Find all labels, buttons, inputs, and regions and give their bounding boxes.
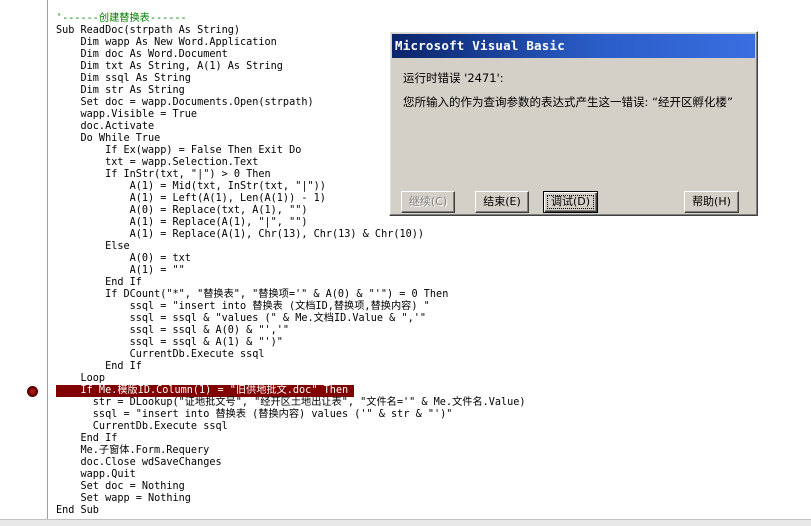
breakpoint-icon[interactable] bbox=[27, 386, 38, 397]
code-line[interactable]: Me.子窗体.Form.Requery bbox=[56, 445, 526, 457]
code-line[interactable]: '------创建替换表------ bbox=[56, 13, 526, 25]
code-line[interactable]: If DCount("*", "替换表", "替换项='" & A(0) & "… bbox=[56, 289, 526, 301]
error-title: 运行时错误 '2471': bbox=[403, 71, 504, 85]
code-line[interactable]: End If bbox=[56, 277, 526, 289]
code-line[interactable]: CurrentDb.Execute ssql bbox=[56, 421, 526, 433]
dialog-titlebar[interactable]: Microsoft Visual Basic bbox=[392, 34, 755, 58]
dialog-title: Microsoft Visual Basic bbox=[395, 38, 565, 53]
gutter-divider bbox=[47, 0, 48, 526]
code-line[interactable]: doc.Close wdSaveChanges bbox=[56, 457, 526, 469]
code-line[interactable]: ssql = "insert into 替换表 (文档ID,替换项,替换内容) … bbox=[56, 301, 526, 313]
code-line[interactable]: wapp.Quit bbox=[56, 469, 526, 481]
code-line[interactable]: A(0) = txt bbox=[56, 253, 526, 265]
code-line[interactable]: End If bbox=[56, 361, 526, 373]
end-button[interactable]: 结束(E) bbox=[475, 191, 529, 213]
code-line[interactable]: CurrentDb.Execute ssql bbox=[56, 349, 526, 361]
code-line[interactable]: Else bbox=[56, 241, 526, 253]
code-line[interactable]: End If bbox=[56, 433, 526, 445]
help-button[interactable]: 帮助(H) bbox=[684, 191, 739, 213]
code-line[interactable]: ssql = ssql & "values (" & Me.文档ID.Value… bbox=[56, 313, 526, 325]
code-line[interactable]: Set doc = Nothing bbox=[56, 481, 526, 493]
horizontal-scrollbar[interactable] bbox=[0, 519, 811, 526]
error-message: 您所输入的作为查询参数的表达式产生这一错误: “经开区孵化楼” bbox=[403, 95, 733, 109]
code-line[interactable]: A(1) = Replace(A(1), Chr(13), Chr(13) & … bbox=[56, 229, 526, 241]
continue-button-label: 继续(C) bbox=[408, 195, 448, 208]
code-line[interactable]: End Sub bbox=[56, 505, 526, 517]
code-line[interactable]: ssql = ssql & A(1) & "')" bbox=[56, 337, 526, 349]
debug-button[interactable]: 调试(D) bbox=[543, 191, 598, 213]
code-line[interactable]: Loop bbox=[56, 373, 526, 385]
margin-indicator-bar[interactable] bbox=[0, 0, 47, 526]
end-button-label: 结束(E) bbox=[483, 195, 521, 208]
code-line[interactable]: A(1) = "" bbox=[56, 265, 526, 277]
error-dialog: Microsoft Visual Basic 运行时错误 '2471': 您所输… bbox=[389, 31, 758, 216]
code-line[interactable]: A(1) = Replace(A(1), "|", "") bbox=[56, 217, 526, 229]
help-button-label: 帮助(H) bbox=[692, 195, 731, 208]
continue-button[interactable]: 继续(C) bbox=[401, 191, 455, 213]
code-line[interactable]: ssql = "insert into 替换表 (替换内容) values ('… bbox=[56, 409, 526, 421]
code-line[interactable]: str = DLookup("证地批文号", "经开区土地出让表", "文件名=… bbox=[56, 397, 526, 409]
code-line[interactable]: Set wapp = Nothing bbox=[56, 493, 526, 505]
code-line-highlighted[interactable]: If Me.模版ID.Column(1) = "旧供地批文.doc" Then bbox=[56, 385, 355, 397]
debug-button-label: 调试(D) bbox=[550, 195, 591, 208]
code-line[interactable]: ssql = ssql & A(0) & "','" bbox=[56, 325, 526, 337]
